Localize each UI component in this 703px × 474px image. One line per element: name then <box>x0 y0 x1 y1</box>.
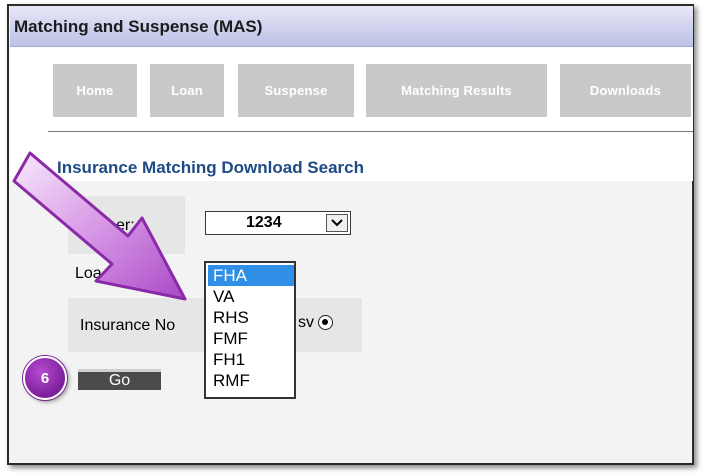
insurance-radio[interactable] <box>318 315 333 330</box>
tab-matching-results[interactable]: Matching Results <box>366 64 547 117</box>
servicer-label: er: <box>116 217 135 234</box>
loan-type-option-va[interactable]: VA <box>208 286 294 307</box>
loan-type-option-fh1[interactable]: FH1 <box>208 349 294 370</box>
servicer-select[interactable]: 1234 <box>205 211 351 235</box>
page-title: Insurance Matching Download Search <box>57 158 365 177</box>
insurance-label: Insurance No <box>80 317 176 334</box>
loan-type-option-rhs[interactable]: RHS <box>208 307 294 328</box>
insurance-suffix-label: sv <box>298 314 314 331</box>
divider <box>48 131 693 132</box>
tab-home[interactable]: Home <box>53 64 137 117</box>
go-button[interactable]: Go <box>78 369 161 390</box>
step-badge: 6 <box>23 356 67 400</box>
loan-type-listbox[interactable]: FHA VA RHS FMF FH1 RMF <box>204 261 296 399</box>
app-title: Matching and Suspense (MAS) <box>14 17 263 36</box>
tab-downloads[interactable]: Downloads <box>560 64 691 117</box>
loan-type-label: Loa <box>75 265 102 282</box>
chevron-down-icon[interactable] <box>326 214 348 232</box>
loan-type-option-fmf[interactable]: FMF <box>208 328 294 349</box>
servicer-select-value: 1234 <box>246 214 282 231</box>
loan-type-option-rmf[interactable]: RMF <box>208 370 294 391</box>
tab-suspense[interactable]: Suspense <box>238 64 354 117</box>
tab-loan[interactable]: Loan <box>150 64 224 117</box>
loan-type-option-fha[interactable]: FHA <box>208 265 294 286</box>
title-bar: Matching and Suspense (MAS) <box>10 6 693 47</box>
